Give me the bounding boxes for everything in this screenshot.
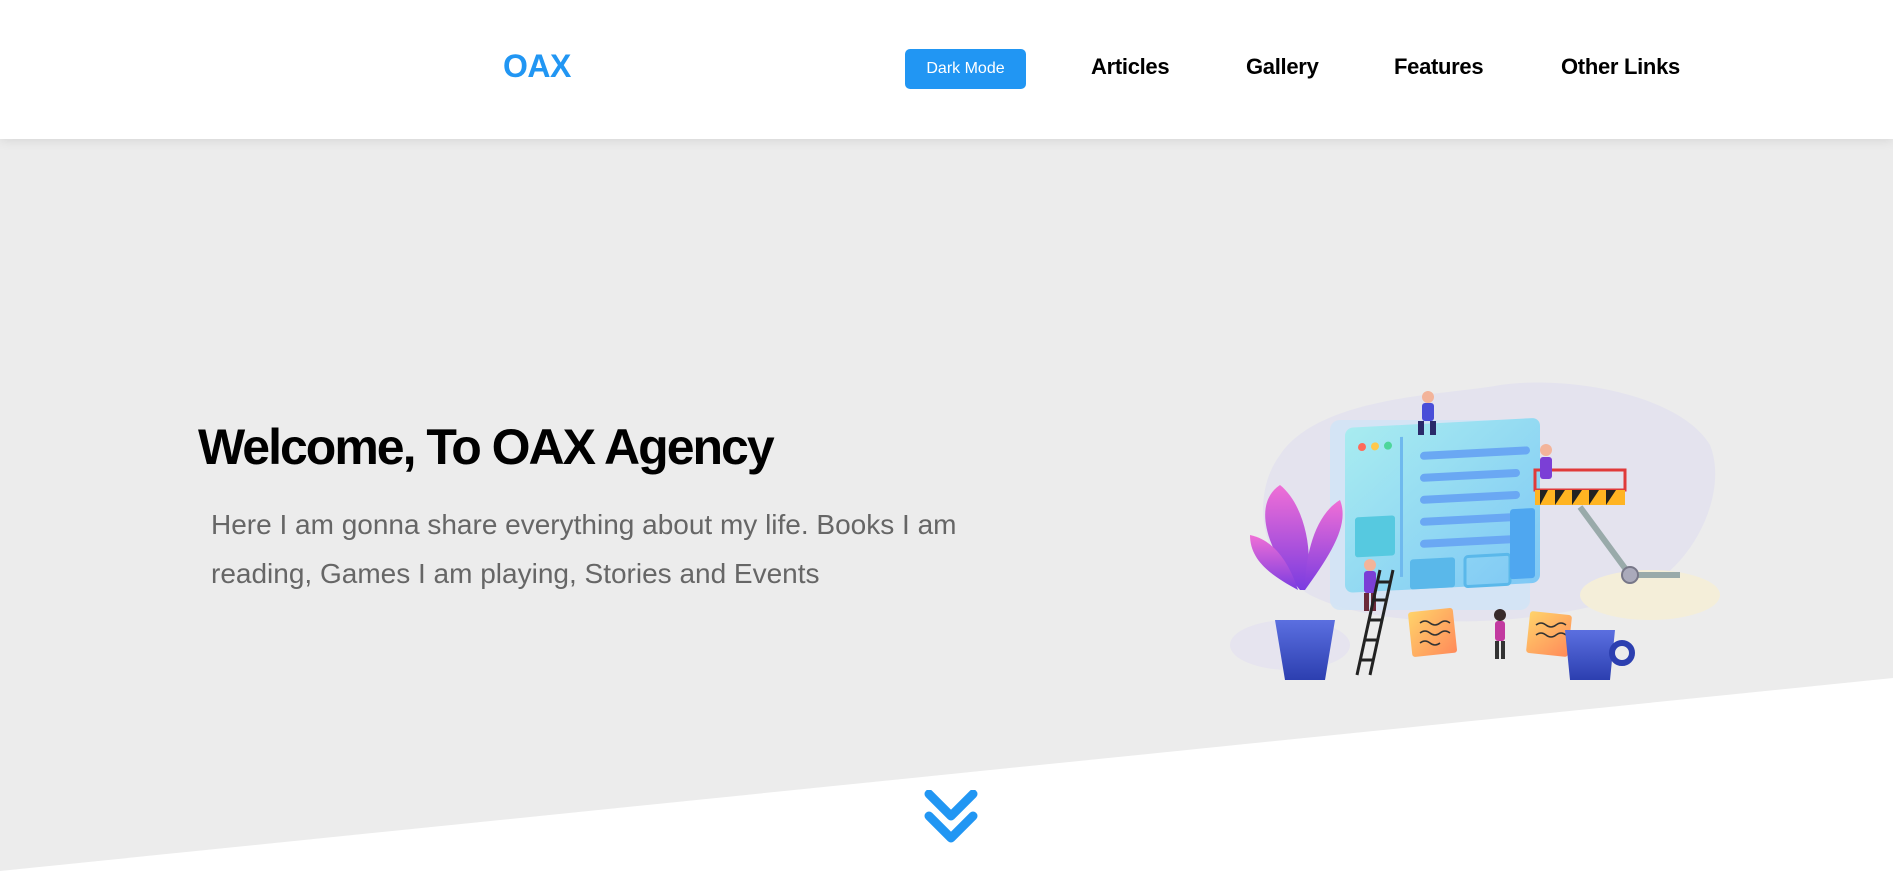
nav-other-links[interactable]: Other Links bbox=[1561, 54, 1680, 80]
hero-title: Welcome, To OAX Agency bbox=[198, 419, 775, 475]
chevron-double-down-icon[interactable] bbox=[923, 789, 979, 846]
hero-description: Here I am gonna share everything about m… bbox=[211, 509, 957, 589]
dark-mode-button[interactable]: Dark Mode bbox=[905, 49, 1026, 89]
nav-features[interactable]: Features bbox=[1394, 54, 1484, 80]
nav-gallery[interactable]: Gallery bbox=[1246, 54, 1319, 80]
nav-articles[interactable]: Articles bbox=[1091, 54, 1170, 80]
logo[interactable]: OAX bbox=[503, 48, 571, 85]
site-header: OAX Dark Mode Articles Gallery Features … bbox=[0, 0, 1893, 139]
website-building-illustration bbox=[1210, 375, 1720, 685]
